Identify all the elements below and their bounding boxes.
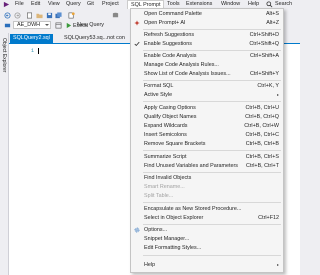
menu-item-encapsulate-stored-procedure[interactable]: Encapsulate as New Stored Procedure...: [131, 205, 283, 213]
search-label[interactable]: Search: [275, 1, 292, 8]
editor-gutter: [9, 44, 32, 275]
connect-icon[interactable]: [4, 22, 11, 29]
menu-file[interactable]: File: [15, 1, 24, 8]
menu-item-remove-square-brackets[interactable]: Remove Square Brackets Ctrl+B, Ctrl+B: [131, 140, 283, 148]
execute-button[interactable]: Execu: [73, 23, 88, 30]
submenu-arrow-icon: [277, 94, 279, 96]
checkmark-icon: [134, 41, 140, 47]
menu-separator: [143, 172, 281, 173]
menu-item-expand-wildcards[interactable]: Expand Wildcards Ctrl+B, Ctrl+W: [131, 122, 283, 130]
gear-icon: [134, 227, 140, 233]
forward-icon[interactable]: [14, 12, 21, 19]
menu-query[interactable]: Query: [66, 1, 81, 8]
menu-item-find-unused-variables[interactable]: Find Unused Variables and Parameters Ctrl…: [131, 162, 283, 170]
database-select-value: AE_DWH: [17, 22, 41, 28]
menu-project[interactable]: Project: [102, 1, 119, 8]
menu-item-refresh-suggestions[interactable]: Refresh Suggestions Ctrl+Shift+D: [131, 31, 283, 39]
menu-item-qualify-object-names[interactable]: Qualify Object Names Ctrl+B, Ctrl+Q: [131, 113, 283, 121]
menu-item-find-invalid-objects[interactable]: Find Invalid Objects: [131, 174, 283, 182]
menu-item-help[interactable]: Help: [131, 261, 283, 269]
tab-sqlquery2[interactable]: SQLQuery2.sql: [10, 34, 53, 43]
open-folder-icon[interactable]: [36, 12, 43, 19]
menu-item-enable-code-analysis[interactable]: Enable Code Analysis Ctrl+Shift+A: [131, 52, 283, 60]
menu-tools[interactable]: Tools: [167, 1, 180, 8]
menu-item-insert-semicolons[interactable]: Insert Semicolons Ctrl+B, Ctrl+C: [131, 131, 283, 139]
save-all-icon[interactable]: [55, 12, 62, 19]
database-query-icon[interactable]: [112, 12, 119, 19]
menu-item-select-in-object-explorer[interactable]: Select in Object Explorer Ctrl+F12: [131, 214, 283, 222]
menu-view[interactable]: View: [48, 1, 60, 8]
menu-item-snippet-manager[interactable]: Snippet Manager...: [131, 235, 283, 243]
database-select[interactable]: AE_DWH: [13, 21, 51, 29]
object-explorer-label[interactable]: Object Explorer: [1, 38, 7, 72]
menu-help[interactable]: Help: [248, 1, 259, 8]
execute-icon[interactable]: [65, 22, 72, 29]
tab-label: SQLQuery2.sql: [13, 35, 50, 41]
menu-separator: [143, 224, 281, 225]
menu-item-options[interactable]: Options...: [131, 226, 283, 234]
menu-separator: [143, 50, 281, 51]
menu-separator: [143, 150, 281, 151]
back-icon[interactable]: [4, 12, 11, 19]
line-number: 1: [31, 48, 35, 54]
save-icon[interactable]: [46, 12, 53, 19]
ai-sparkle-icon: [134, 20, 140, 26]
menu-extensions[interactable]: Extensions: [186, 1, 212, 8]
menu-item-open-command-palette[interactable]: Open Command Palette Alt+S: [131, 10, 283, 18]
menu-item-format-sql[interactable]: Format SQL Ctrl+K, Y: [131, 82, 283, 90]
menu-edit[interactable]: Edit: [31, 1, 40, 8]
menu-item-summarize-script[interactable]: Summarize Script Ctrl+B, Ctrl+S: [131, 153, 283, 161]
menu-separator: [143, 202, 281, 203]
menu-item-open-prompt-ai[interactable]: Open Prompt+ AI Alt+Z: [131, 19, 283, 27]
text-caret: [38, 48, 39, 54]
menu-item-apply-casing-options[interactable]: Apply Casing Options Ctrl+B, Ctrl+U: [131, 104, 283, 112]
menu-separator: [143, 29, 281, 30]
search-icon[interactable]: [266, 1, 273, 8]
sql-prompt-menu: Open Command Palette Alt+S Open Prompt+ A…: [130, 8, 284, 273]
menu-item-enable-suggestions[interactable]: Enable Suggestions Ctrl+Shift+Q: [131, 40, 283, 48]
ssms-logo-icon: [3, 1, 10, 8]
menu-item-manage-code-analysis-rules[interactable]: Manage Code Analysis Rules...: [131, 61, 283, 69]
menu-separator: [143, 101, 281, 102]
object-explorer-pane[interactable]: Object Explorer: [0, 33, 9, 275]
menu-separator: [143, 80, 281, 81]
menu-item-split-table: Split Table...: [144, 193, 174, 199]
new-query-icon[interactable]: [68, 12, 75, 19]
menu-item-edit-formatting-styles[interactable]: Edit Formatting Styles...: [131, 244, 283, 252]
menu-window[interactable]: Window: [221, 1, 240, 8]
menu-item-smart-rename: Smart Rename...: [144, 184, 185, 190]
tab-sqlquery53[interactable]: SQLQuery53.sq...not con: [61, 34, 128, 43]
menu-separator: [143, 255, 281, 256]
new-file-icon[interactable]: [26, 12, 33, 19]
results-icon[interactable]: [55, 22, 62, 29]
menu-item-show-code-analysis-issues[interactable]: Show List of Code Analysis Issues... Ctrl…: [131, 70, 283, 78]
menu-item-active-style[interactable]: Active Style: [131, 91, 283, 99]
tab-label: SQLQuery53.sq...not con: [64, 35, 125, 41]
chevron-down-icon: [45, 24, 49, 26]
menu-git[interactable]: Git: [87, 1, 94, 8]
submenu-arrow-icon: [277, 264, 279, 266]
